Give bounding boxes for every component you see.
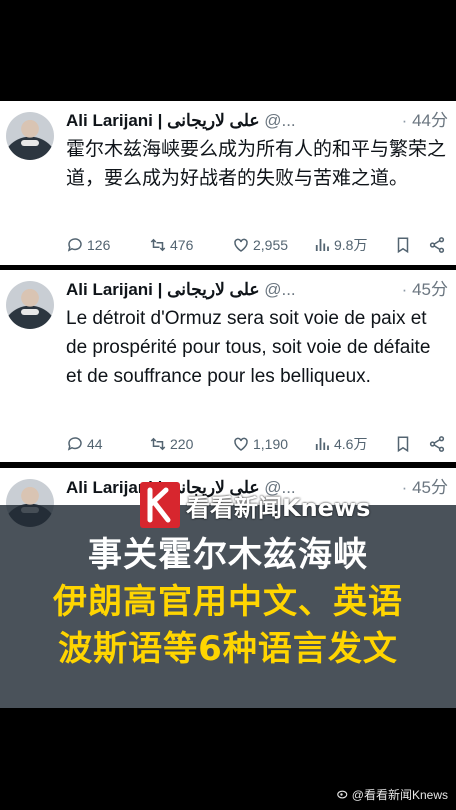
views-icon bbox=[315, 239, 329, 251]
bookmark-icon bbox=[397, 237, 409, 254]
avatar[interactable] bbox=[6, 281, 54, 329]
tweet-header: Ali Larijani | علی لاریجانی @... · 44分 bbox=[66, 107, 448, 135]
retweet-icon bbox=[150, 437, 166, 451]
retweet-count: 476 bbox=[170, 237, 194, 253]
tweet-actions: 126 476 2,955 9.8万 bbox=[66, 233, 448, 257]
heart-icon bbox=[234, 437, 248, 451]
like-button[interactable]: 2,955 bbox=[232, 233, 288, 257]
bookmark-icon bbox=[397, 436, 409, 453]
like-button[interactable]: 1,190 bbox=[232, 432, 288, 456]
knews-logo-icon bbox=[140, 482, 180, 528]
like-count: 1,190 bbox=[253, 436, 289, 452]
separator-dot: · bbox=[401, 478, 408, 497]
weibo-icon bbox=[336, 787, 349, 802]
tweet-card[interactable]: Ali Larijani | علی لاریجانی @... · 44分 霍… bbox=[0, 101, 456, 265]
timestamp[interactable]: 45分 bbox=[412, 280, 448, 299]
retweet-icon bbox=[150, 238, 166, 252]
retweet-count: 220 bbox=[170, 436, 194, 452]
views-count: 4.6万 bbox=[334, 436, 368, 452]
author-name-persian: علی لاریجانی bbox=[167, 111, 260, 130]
name-separator: | bbox=[152, 111, 168, 130]
headline-line-1: 事关霍尔木兹海峡 bbox=[88, 535, 368, 575]
avatar[interactable] bbox=[6, 112, 54, 160]
bookmark-button[interactable] bbox=[394, 432, 412, 456]
author-handle[interactable]: @... bbox=[264, 280, 295, 299]
video-frame: Ali Larijani | علی لاریجانی @... · 44分 霍… bbox=[0, 0, 456, 810]
retweet-button[interactable]: 476 bbox=[149, 233, 193, 257]
reply-button[interactable]: 44 bbox=[66, 432, 103, 456]
views-button[interactable]: 4.6万 bbox=[313, 432, 367, 456]
watermark-text: @看看新闻Knews bbox=[351, 788, 448, 802]
separator-dot: · bbox=[401, 111, 408, 130]
share-icon bbox=[429, 237, 445, 253]
like-count: 2,955 bbox=[253, 237, 289, 253]
separator-dot: · bbox=[401, 280, 408, 299]
share-icon bbox=[429, 436, 445, 452]
author-name[interactable]: Ali Larijani bbox=[66, 111, 153, 130]
source-watermark: @看看新闻Knews bbox=[336, 786, 448, 803]
retweet-button[interactable]: 220 bbox=[149, 432, 193, 456]
name-separator: | bbox=[152, 280, 168, 299]
reply-button[interactable]: 126 bbox=[66, 233, 110, 257]
views-icon bbox=[315, 438, 329, 450]
heart-icon bbox=[234, 238, 248, 252]
views-button[interactable]: 9.8万 bbox=[313, 233, 367, 257]
bookmark-button[interactable] bbox=[394, 233, 412, 257]
timestamp[interactable]: 45分 bbox=[412, 478, 448, 497]
tweet-card[interactable]: Ali Larijani | علی لاریجانی @... · 45分 L… bbox=[0, 270, 456, 462]
author-name[interactable]: Ali Larijani bbox=[66, 280, 153, 299]
headline-line-2: 伊朗高官用中文、英语 bbox=[53, 582, 403, 622]
tweet-actions: 44 220 1,190 4.6万 bbox=[66, 432, 448, 456]
headline-line-3: 波斯语等6种语言发文 bbox=[58, 629, 398, 669]
brand-name: 看看新闻Knews bbox=[186, 493, 371, 522]
brand-bar: 看看新闻Knews bbox=[140, 478, 370, 532]
reply-count: 126 bbox=[87, 237, 111, 253]
reply-icon bbox=[67, 238, 82, 252]
share-button[interactable] bbox=[428, 432, 446, 456]
tweet-text: Le détroit d'Ormuz sera soit voie de pai… bbox=[66, 308, 431, 387]
reply-count: 44 bbox=[87, 436, 103, 452]
author-name-persian: علی لاریجانی bbox=[167, 280, 260, 299]
author-handle[interactable]: @... bbox=[264, 111, 295, 130]
share-button[interactable] bbox=[428, 233, 446, 257]
tweet-text: 霍尔木兹海峡要么成为所有人的和平与繁荣之道，要么成为好战者的失败与苦难之道。 bbox=[66, 138, 447, 189]
tweet-header: Ali Larijani | علی لاریجانی @... · 45分 bbox=[66, 276, 448, 304]
reply-icon bbox=[67, 437, 82, 451]
timestamp[interactable]: 44分 bbox=[412, 111, 448, 130]
views-count: 9.8万 bbox=[334, 237, 368, 253]
